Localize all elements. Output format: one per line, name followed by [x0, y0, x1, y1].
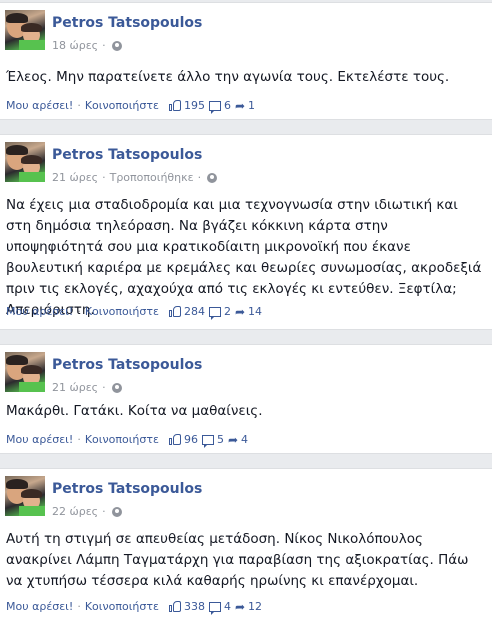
- like-icon[interactable]: [168, 100, 181, 111]
- author-name[interactable]: Petros Tatsopoulos: [52, 481, 202, 497]
- share-icon[interactable]: ➦: [235, 306, 245, 318]
- share-button[interactable]: Κοινοποιήστε: [85, 600, 159, 613]
- post-actions: Μου αρέσει! · Κοινοποιήστε 195 6 ➦ 1: [6, 98, 256, 114]
- post-text: Μακάρθι. Γατάκι. Κοίτα να μαθαίνεις.: [6, 403, 263, 419]
- share-button[interactable]: Κοινοποιήστε: [85, 99, 159, 112]
- like-count[interactable]: 96: [184, 433, 198, 446]
- share-icon[interactable]: ➦: [235, 601, 245, 613]
- share-icon[interactable]: ➦: [228, 434, 238, 446]
- post-actions: Μου αρέσει! · Κοινοποιήστε 284 2 ➦ 14: [6, 304, 263, 320]
- post-time[interactable]: 21 ώρες: [52, 381, 98, 394]
- post-text: Έλεος. Μην παρατείνετε άλλο την αγωνία τ…: [6, 69, 450, 85]
- author-avatar[interactable]: [5, 10, 45, 50]
- share-icon[interactable]: ➦: [235, 100, 245, 112]
- like-count[interactable]: 338: [184, 600, 205, 613]
- post-time[interactable]: 21 ώρες: [52, 171, 98, 184]
- like-button[interactable]: Μου αρέσει!: [6, 600, 73, 613]
- like-icon[interactable]: [168, 434, 181, 445]
- post-3: Petros Tatsopoulos 21 ώρες · Μακάρθι. Γα…: [0, 344, 492, 454]
- like-icon[interactable]: [168, 601, 181, 612]
- post-1: Petros Tatsopoulos 18 ώρες · Έλεος. Μην …: [0, 2, 492, 120]
- post-meta: 18 ώρες ·: [52, 39, 122, 52]
- author-name[interactable]: Petros Tatsopoulos: [52, 357, 202, 373]
- like-icon[interactable]: [168, 306, 181, 317]
- comment-icon[interactable]: [208, 100, 221, 114]
- like-button[interactable]: Μου αρέσει!: [6, 99, 73, 112]
- share-button[interactable]: Κοινοποιήστε: [85, 305, 159, 318]
- post-actions: Μου αρέσει! · Κοινοποιήστε 338 4 ➦ 12: [6, 599, 263, 615]
- post-meta: 22 ώρες ·: [52, 505, 122, 518]
- globe-icon[interactable]: [111, 506, 122, 517]
- like-button[interactable]: Μου αρέσει!: [6, 433, 73, 446]
- share-count[interactable]: 1: [248, 99, 255, 112]
- post-time[interactable]: 22 ώρες: [52, 505, 98, 518]
- comment-icon[interactable]: [208, 601, 221, 615]
- author-name[interactable]: Petros Tatsopoulos: [52, 147, 202, 163]
- post-meta: 21 ώρες ·: [52, 381, 122, 394]
- author-avatar[interactable]: [5, 352, 45, 392]
- comment-count[interactable]: 6: [224, 99, 231, 112]
- post-2: Petros Tatsopoulos 21 ώρες · Τροποποιήθη…: [0, 134, 492, 330]
- post-4: Petros Tatsopoulos 22 ώρες · Αυτή τη στι…: [0, 468, 492, 617]
- like-button[interactable]: Μου αρέσει!: [6, 305, 73, 318]
- post-text: Αυτή τη στιγμή σε απευθείας μετάδοση. Νί…: [6, 531, 469, 589]
- author-avatar[interactable]: [5, 142, 45, 182]
- post-actions: Μου αρέσει! · Κοινοποιήστε 96 5 ➦ 4: [6, 432, 249, 448]
- comment-count[interactable]: 4: [224, 600, 231, 613]
- like-count[interactable]: 195: [184, 99, 205, 112]
- post-meta: 21 ώρες · Τροποποιήθηκε ·: [52, 171, 218, 184]
- comment-count[interactable]: 5: [217, 433, 224, 446]
- globe-icon[interactable]: [111, 382, 122, 393]
- comment-count[interactable]: 2: [224, 305, 231, 318]
- post-time[interactable]: 18 ώρες: [52, 39, 98, 52]
- post-text: Να έχεις μια σταδιοδρομία και μια τεχνογ…: [6, 197, 482, 318]
- comment-icon[interactable]: [208, 306, 221, 320]
- comment-icon[interactable]: [201, 434, 214, 448]
- author-avatar[interactable]: [5, 476, 45, 516]
- globe-icon[interactable]: [111, 40, 122, 51]
- share-count[interactable]: 14: [248, 305, 262, 318]
- globe-icon[interactable]: [207, 172, 218, 183]
- share-count[interactable]: 4: [241, 433, 248, 446]
- like-count[interactable]: 284: [184, 305, 205, 318]
- author-name[interactable]: Petros Tatsopoulos: [52, 15, 202, 31]
- edited-label[interactable]: Τροποποιήθηκε: [110, 171, 194, 184]
- share-count[interactable]: 12: [248, 600, 262, 613]
- share-button[interactable]: Κοινοποιήστε: [85, 433, 159, 446]
